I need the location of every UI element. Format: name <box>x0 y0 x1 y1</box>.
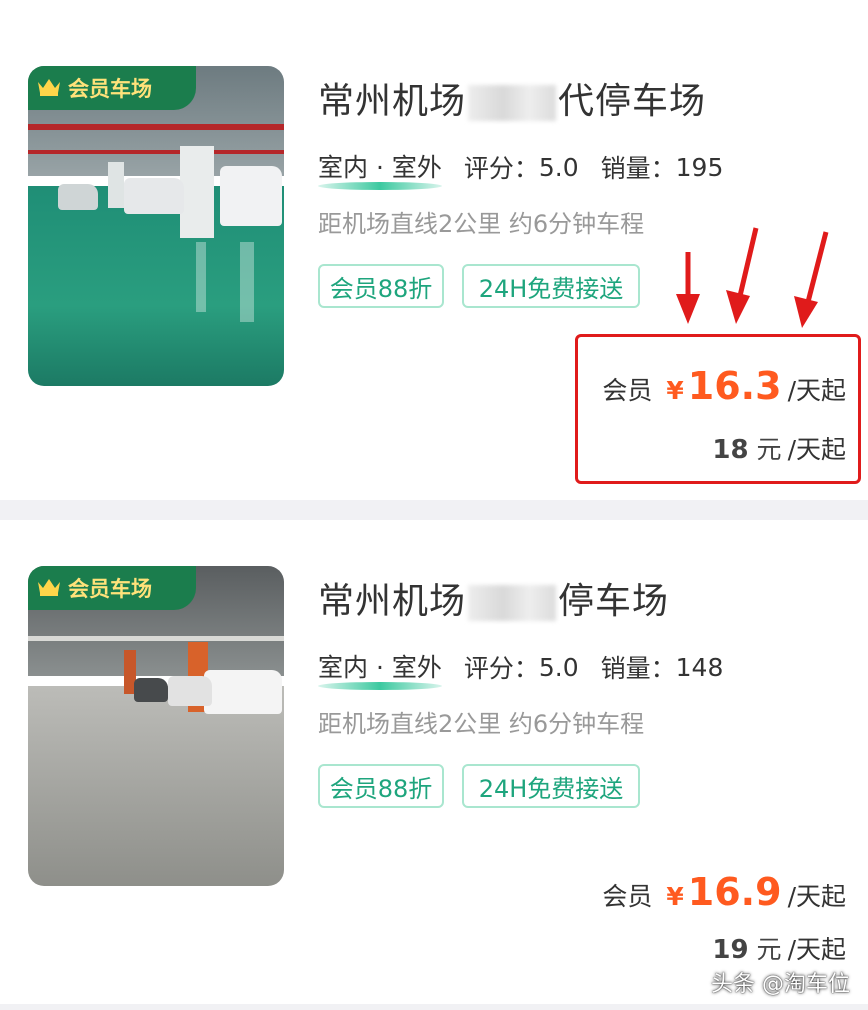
rating-label: 评分： <box>463 654 539 683</box>
member-price-label: 会员 <box>602 882 653 911</box>
location-type: 室内 · 室外 <box>318 648 442 690</box>
photo-pillar <box>180 146 214 238</box>
member-price-label: 会员 <box>602 376 653 405</box>
top-cut-off-strip <box>0 0 868 12</box>
rating-value: 5.0 <box>538 652 579 682</box>
red-arrow-icon <box>794 231 829 328</box>
regular-price-line: 18 元 /天起 <box>712 430 846 466</box>
sales-label: 销量： <box>600 654 676 683</box>
shuttle-tag: 24H免费接送 <box>462 264 640 308</box>
crown-icon <box>36 76 62 101</box>
source-watermark: 头条 @淘车位 <box>711 972 850 997</box>
member-price-line: 会员 ¥ 16.3 /天起 <box>602 364 846 408</box>
listing-meta: 室内 · 室外 评分： 5.0 销量： 148 <box>318 648 724 690</box>
member-price-value: 16.3 <box>687 364 782 408</box>
red-arrow-icon <box>676 252 700 324</box>
listing-meta: 室内 · 室外 评分： 5.0 销量： 195 <box>318 148 724 190</box>
regular-price-value: 19 <box>712 935 749 965</box>
sales-value: 148 <box>675 652 724 682</box>
photo-reflection <box>240 242 254 322</box>
crown-icon <box>36 576 62 601</box>
photo-car <box>134 678 168 702</box>
sales-label: 销量： <box>600 154 676 183</box>
regular-price-line: 19 元 /天起 <box>712 930 846 966</box>
title-prefix: 常州机场 <box>318 81 467 122</box>
member-price-line: 会员 ¥ 16.9 /天起 <box>602 870 846 914</box>
parking-listing-card[interactable]: 会员车场 常州机场 代停车场 室内 · 室外 评分： 5.0 销量： 195 距机… <box>0 12 868 500</box>
shuttle-tag: 24H免费接送 <box>462 764 640 808</box>
currency-symbol: ¥ <box>666 376 684 405</box>
distance-info: 距机场直线2公里 约6分钟车程 <box>318 710 645 738</box>
member-lot-label: 会员车场 <box>68 577 152 601</box>
title-suffix: 停车场 <box>558 581 670 622</box>
title-suffix: 代停车场 <box>558 81 707 122</box>
regular-price-value: 18 <box>712 435 749 465</box>
parking-lot-photo[interactable]: 会员车场 <box>28 66 284 386</box>
regular-price-unit: /天起 <box>787 935 846 964</box>
photo-car <box>204 670 282 714</box>
cut-off-text <box>20 0 30 12</box>
redacted-blur <box>468 85 557 121</box>
title-prefix: 常州机场 <box>318 581 467 622</box>
member-price-value: 16.9 <box>687 870 782 914</box>
discount-tag: 会员88折 <box>318 264 444 308</box>
red-arrow-icon <box>726 227 759 324</box>
discount-tag: 会员88折 <box>318 764 444 808</box>
photo-car <box>124 178 184 214</box>
member-lot-label: 会员车场 <box>68 77 152 101</box>
photo-car <box>220 166 282 226</box>
member-lot-badge: 会员车场 <box>28 566 196 610</box>
distance-info: 距机场直线2公里 约6分钟车程 <box>318 210 645 238</box>
currency-symbol: ¥ <box>666 882 684 911</box>
regular-price-yuan: 元 <box>756 435 782 464</box>
photo-pillar <box>108 162 124 208</box>
location-type: 室内 · 室外 <box>318 148 442 190</box>
member-price-unit: /天起 <box>787 882 846 911</box>
member-lot-badge: 会员车场 <box>28 66 196 110</box>
regular-price-unit: /天起 <box>787 435 846 464</box>
photo-floor <box>28 686 284 886</box>
rating-value: 5.0 <box>538 152 579 182</box>
photo-beam <box>28 150 284 154</box>
parking-listing-card[interactable]: 会员车场 常州机场 停车场 室内 · 室外 评分： 5.0 销量： 148 距机场… <box>0 520 868 1004</box>
listing-title[interactable]: 常州机场 停车场 <box>318 572 669 624</box>
photo-beam <box>28 124 284 130</box>
photo-car <box>168 676 212 706</box>
regular-price-yuan: 元 <box>756 935 782 964</box>
member-price-unit: /天起 <box>787 376 846 405</box>
photo-car <box>58 184 98 210</box>
photo-reflection <box>196 242 206 312</box>
redacted-blur <box>468 585 557 621</box>
listing-title[interactable]: 常州机场 代停车场 <box>318 72 706 124</box>
sales-value: 195 <box>675 152 724 182</box>
photo-beam <box>28 636 284 641</box>
rating-label: 评分： <box>463 154 539 183</box>
feature-tags: 会员88折 24H免费接送 <box>318 264 658 310</box>
parking-lot-photo[interactable]: 会员车场 <box>28 566 284 886</box>
feature-tags: 会员88折 24H免费接送 <box>318 764 658 810</box>
